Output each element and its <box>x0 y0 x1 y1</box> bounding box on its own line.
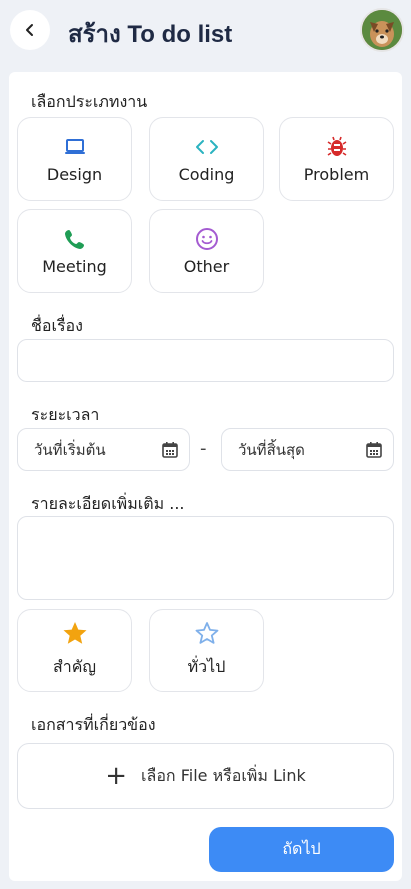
title-input[interactable] <box>17 339 394 382</box>
top-bar: สร้าง To do list <box>0 0 411 62</box>
date-separator: - <box>200 438 207 459</box>
calendar-icon <box>366 441 382 458</box>
plus-icon: + <box>105 761 128 791</box>
attachments-label: เอกสารที่เกี่ยวข้อง <box>31 715 156 734</box>
priority-label-text: สำคัญ <box>52 657 97 676</box>
category-design[interactable]: Design <box>17 117 132 201</box>
end-date-placeholder: วันที่สิ้นสุด <box>238 440 305 459</box>
calendar-icon <box>162 441 178 458</box>
chevron-left-icon <box>26 24 33 36</box>
category-label-text: Coding <box>178 164 235 184</box>
title-label: ชื่อเรื่อง <box>31 316 83 335</box>
category-other[interactable]: Other <box>149 209 264 293</box>
category-coding[interactable]: Coding <box>149 117 264 201</box>
category-problem[interactable]: Problem <box>279 117 394 201</box>
category-label-text: Meeting <box>42 256 107 276</box>
priority-general[interactable]: ทั่วไป <box>149 609 264 692</box>
attach-button-label: เลือก File หรือเพิ่ม Link <box>141 765 306 785</box>
dog-avatar-icon <box>362 10 402 50</box>
next-button-label: ถัดไป <box>282 839 321 858</box>
start-date-placeholder: วันที่เริ่มต้น <box>34 440 106 459</box>
smile-icon <box>195 227 219 251</box>
priority-important[interactable]: สำคัญ <box>17 609 132 692</box>
laptop-icon <box>63 135 87 159</box>
attach-file-button[interactable]: + เลือก File หรือเพิ่ม Link <box>17 743 394 809</box>
page-title: สร้าง To do list <box>68 21 233 48</box>
details-label: รายละเอียดเพิ่มเติม ... <box>31 494 185 513</box>
category-label-text: Design <box>46 164 103 184</box>
avatar[interactable] <box>360 8 404 52</box>
phone-icon <box>63 227 87 251</box>
duration-label: ระยะเวลา <box>31 405 100 424</box>
category-label: เลือกประเภทงาน <box>31 92 148 111</box>
star-filled-icon <box>63 622 86 644</box>
category-label-text: Problem <box>303 164 370 184</box>
back-button[interactable] <box>10 10 50 50</box>
code-icon <box>195 135 219 159</box>
start-date-field[interactable]: วันที่เริ่มต้น <box>17 428 190 471</box>
details-textarea[interactable] <box>17 516 394 600</box>
star-outline-icon <box>195 622 218 644</box>
priority-label-text: ทั่วไป <box>187 657 226 676</box>
bug-icon <box>325 135 349 159</box>
end-date-field[interactable]: วันที่สิ้นสุด <box>221 428 394 471</box>
category-label-text: Other <box>183 256 230 276</box>
category-meeting[interactable]: Meeting <box>17 209 132 293</box>
next-button[interactable]: ถัดไป <box>209 827 394 872</box>
